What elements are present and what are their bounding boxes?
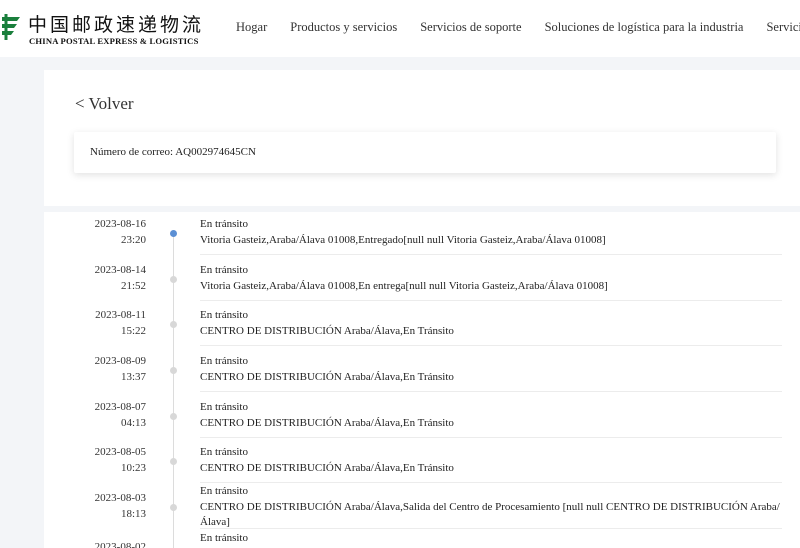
- timeline-dot: [170, 458, 177, 465]
- event-time: 04:13: [120, 417, 146, 429]
- event-date: 2023-08-11: [95, 309, 146, 321]
- event-divider: [200, 437, 782, 438]
- event-description: CENTRO DE DISTRIBUCIÓN Araba/Álava,En Tr…: [200, 462, 454, 474]
- event-divider: [200, 391, 782, 392]
- tracking-card: < Volver Número de correo: AQ002974645CN: [44, 70, 800, 206]
- event-time: 13:37: [120, 371, 146, 383]
- nav-item-conveniencia[interactable]: Servicios de convenien: [766, 20, 800, 35]
- event-date: 2023-08-05: [94, 446, 146, 458]
- event-date: 2023-08-02: [94, 541, 146, 548]
- event-date: 2023-08-14: [94, 264, 146, 276]
- event-date: 2023-08-16: [94, 218, 146, 230]
- event-time: 18:13: [120, 508, 146, 520]
- china-post-logo[interactable]: 中国邮政速递物流 CHINA POSTAL EXPRESS & LOGISTIC…: [0, 10, 201, 50]
- timeline-dot-active: [170, 230, 177, 237]
- nav-item-logistica[interactable]: Soluciones de logística para la industri…: [545, 20, 744, 35]
- timeline-dot: [170, 504, 177, 511]
- event-date: 2023-08-03: [94, 492, 146, 504]
- event-status: En tránsito: [200, 309, 248, 321]
- event-description: CENTRO DE DISTRIBUCIÓN Araba/Álava,En Tr…: [200, 417, 454, 429]
- event-divider: [200, 528, 782, 529]
- event-status: En tránsito: [200, 485, 248, 497]
- tracking-number: Número de correo: AQ002974645CN: [90, 146, 256, 158]
- timeline-dot: [170, 413, 177, 420]
- nav-item-hogar[interactable]: Hogar: [236, 20, 267, 35]
- event-status: En tránsito: [200, 264, 248, 276]
- event-time: 23:20: [120, 234, 146, 246]
- event-description: Vitoria Gasteiz,Araba/Álava 01008,En ent…: [200, 280, 608, 292]
- timeline-dot: [170, 276, 177, 283]
- event-time: 21:52: [120, 280, 146, 292]
- event-description: CENTRO DE DISTRIBUCIÓN Araba/Álava,En Tr…: [200, 371, 454, 383]
- logo-english-text: CHINA POSTAL EXPRESS & LOGISTICS: [29, 36, 199, 46]
- event-status: En tránsito: [200, 446, 248, 458]
- tracking-timeline: 2023-08-16 23:20 En tránsito Vitoria Gas…: [44, 212, 800, 548]
- event-divider: [200, 300, 782, 301]
- event-time: 15:22: [120, 325, 146, 337]
- event-description: CENTRO DE DISTRIBUCIÓN Araba/Álava,En Tr…: [200, 325, 454, 337]
- event-date: 2023-08-07: [94, 401, 146, 413]
- event-description: CENTRO DE DISTRIBUCIÓN Araba/Álava,Salid…: [200, 501, 780, 528]
- main-nav: Hogar Productos y servicios Servicios de…: [236, 20, 800, 35]
- event-status: En tránsito: [200, 218, 248, 230]
- nav-item-soporte[interactable]: Servicios de soporte: [420, 20, 521, 35]
- site-header: 中国邮政速递物流 CHINA POSTAL EXPRESS & LOGISTIC…: [0, 0, 800, 57]
- event-status: En tránsito: [200, 532, 248, 544]
- event-divider: [200, 345, 782, 346]
- timeline-dot: [170, 367, 177, 374]
- event-status: En tránsito: [200, 401, 248, 413]
- event-date: 2023-08-09: [94, 355, 146, 367]
- china-post-logo-icon: [2, 14, 20, 40]
- event-status: En tránsito: [200, 355, 248, 367]
- event-divider: [200, 254, 782, 255]
- event-time: 10:23: [120, 462, 146, 474]
- event-divider: [200, 482, 782, 483]
- event-description: Vitoria Gasteiz,Araba/Álava 01008,Entreg…: [200, 234, 606, 246]
- tracking-number-box: Número de correo: AQ002974645CN: [74, 132, 776, 173]
- timeline-dot: [170, 321, 177, 328]
- logo-chinese-text: 中国邮政速递物流: [28, 14, 205, 36]
- nav-item-productos[interactable]: Productos y servicios: [290, 20, 397, 35]
- back-link[interactable]: < Volver: [75, 94, 134, 114]
